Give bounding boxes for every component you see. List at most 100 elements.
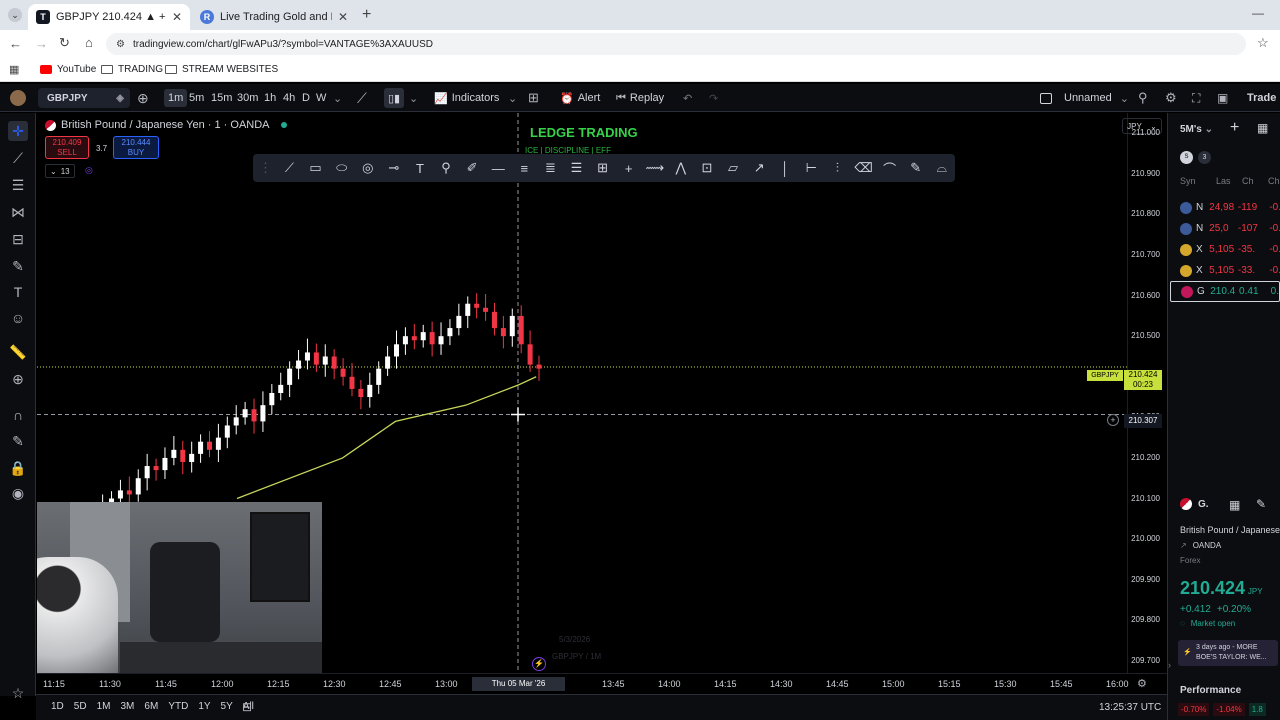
buy-button[interactable]: 210.444 BUY	[113, 136, 159, 159]
emoji-icon[interactable]: ☺	[8, 308, 28, 328]
utc-clock[interactable]: 13:25:37 UTC	[1099, 702, 1161, 713]
range-button-1m[interactable]: 1M	[92, 701, 116, 712]
interval-5m[interactable]: 5m	[189, 84, 204, 112]
eraser-icon[interactable]: ⌫	[850, 160, 876, 176]
volume-profile-icon[interactable]: ⫶	[824, 160, 850, 176]
cross-line-icon[interactable]: +	[616, 161, 642, 176]
tab-search-icon[interactable]: ⌄	[8, 8, 22, 22]
compare-add-icon[interactable]: ⊕	[137, 84, 149, 112]
interval-1h[interactable]: 1h	[264, 84, 276, 112]
path-tool-icon[interactable]: ⟿	[642, 160, 668, 176]
column-change[interactable]: Ch	[1242, 176, 1268, 186]
interval-1m[interactable]: 1m	[164, 89, 188, 107]
horizontal-ray-icon[interactable]: ⊸	[381, 160, 407, 176]
range-button-1d[interactable]: 1D	[46, 701, 69, 712]
rectangle-tool-icon[interactable]: ▭	[303, 160, 329, 176]
eye-icon[interactable]: ◉	[8, 483, 28, 503]
fib-icon[interactable]: ≡	[511, 161, 537, 176]
forward-icon[interactable]: →	[35, 36, 48, 51]
time-axis[interactable]: 11:15 11:30 11:45 12:00 12:15 12:30 12:45 13:00…	[37, 673, 1167, 694]
forecasting-tool-icon[interactable]: ⊟	[8, 229, 28, 249]
camera-snapshot-icon[interactable]: ▣	[1217, 84, 1228, 112]
chart-type-dropdown-icon[interactable]: ⌄	[409, 84, 418, 112]
column-symbol[interactable]: Syn	[1180, 176, 1216, 186]
time-axis-settings-icon[interactable]: ⚙	[1137, 677, 1147, 690]
favorites-star-icon[interactable]: ☆	[8, 683, 28, 703]
curve-tool-icon[interactable]: ⌒	[877, 159, 903, 178]
watchlist-selector[interactable]: 5M's ⌄	[1180, 124, 1213, 135]
highlighter-icon[interactable]: ✎	[903, 160, 929, 176]
interval-30m[interactable]: 30m	[237, 84, 258, 112]
site-info-icon[interactable]: ⚙	[116, 39, 125, 50]
indicators-dropdown-icon[interactable]: ⌄	[508, 84, 517, 112]
date-range-icon[interactable]: ⊢	[798, 160, 824, 176]
polyline-icon[interactable]: ⋀	[668, 160, 694, 176]
user-avatar[interactable]	[10, 84, 26, 112]
bookmark-star-icon[interactable]: ☆	[1257, 35, 1269, 51]
add-alert-plus-icon[interactable]: +	[1107, 414, 1119, 426]
back-icon[interactable]: ←	[9, 36, 22, 51]
chart-pane[interactable]: British Pound / Japanese Yen · 1 · OANDA…	[37, 113, 1127, 673]
indicators-button[interactable]: 📈 Indicators	[434, 84, 499, 112]
watchlist-tab-indicator[interactable]: S	[1180, 151, 1193, 164]
settings-gear-icon[interactable]: ⚙	[1165, 84, 1177, 112]
gann-icon[interactable]: ⊞	[590, 160, 616, 176]
fib-retracement-icon[interactable]: ☰	[8, 175, 28, 195]
range-button-1y[interactable]: 1Y	[193, 701, 215, 712]
circle-tool-icon[interactable]: ◎	[355, 160, 381, 176]
brush-tool-icon[interactable]: ✐	[459, 160, 485, 176]
column-last[interactable]: Las	[1216, 176, 1242, 186]
new-tab-icon[interactable]: +	[362, 6, 371, 24]
pin-icon[interactable]: ⚲	[433, 160, 459, 176]
lock-drawing-icon[interactable]: ✎	[8, 431, 28, 451]
layout-button[interactable]: Unnamed ⌄	[1040, 84, 1129, 112]
panel-collapse-icon[interactable]: ›	[1168, 660, 1171, 670]
symbol-search[interactable]: GBPJPY ◈	[38, 88, 130, 108]
undo-icon[interactable]: ↶	[683, 84, 692, 112]
indicators-collapse-toggle[interactable]: ⌄ 13	[45, 164, 75, 178]
layout-templates-icon[interactable]: ⊞	[528, 84, 539, 112]
home-icon[interactable]: ⌂	[85, 35, 93, 50]
close-tab-icon[interactable]: ✕	[338, 10, 348, 24]
vertical-line-icon[interactable]: │	[772, 161, 798, 176]
crosshair-cursor-icon[interactable]: ✛	[8, 121, 28, 141]
alert-button[interactable]: ⏰ Alert	[560, 84, 600, 112]
browser-tab-tradingview[interactable]: T GBPJPY 210.424 ▲ +0.2% Unna ✕	[28, 4, 190, 30]
zoom-in-icon[interactable]: ⊕	[8, 369, 28, 389]
pattern-tool-icon[interactable]: ⋈	[8, 202, 28, 222]
text-tool-icon[interactable]: T	[8, 282, 28, 302]
details-exchange[interactable]: ↗ OANDA	[1180, 541, 1221, 550]
date-range-calendar-icon[interactable]: ⊟	[242, 700, 252, 714]
drag-handle-icon[interactable]: ⋮	[259, 160, 276, 176]
price-axis[interactable]: JPY ⌄ 211.000 210.900 210.800 210.700 210.60…	[1122, 113, 1167, 673]
watchlist-row[interactable]: X 5,105 -33. -0.	[1168, 260, 1280, 281]
range-button-5y[interactable]: 5Y	[216, 701, 238, 712]
watchlist-row[interactable]: N 25,0 -107 -0.	[1168, 218, 1280, 239]
close-tab-icon[interactable]: ✕	[172, 10, 182, 24]
quick-search-icon[interactable]: ⚲	[1138, 84, 1148, 112]
interval-4h[interactable]: 4h	[283, 84, 295, 112]
ruler-icon[interactable]: 📏	[8, 342, 28, 362]
url-field[interactable]: ⚙ tradingview.com/chart/glFwAPu3/?symbol…	[106, 33, 1246, 55]
horizontal-line-icon[interactable]: —	[485, 161, 511, 176]
range-button-3m[interactable]: 3M	[116, 701, 140, 712]
symbol-options-icon[interactable]: ◈	[116, 93, 124, 104]
reload-icon[interactable]: ↻	[59, 35, 70, 51]
lock-icon[interactable]: 🔒	[8, 458, 28, 478]
interval-15m[interactable]: 15m	[211, 84, 232, 112]
interval-w[interactable]: W	[316, 84, 326, 112]
trend-line-icon[interactable]: ⟋	[8, 148, 28, 168]
ellipse-tool-icon[interactable]: ⬭	[329, 160, 355, 176]
text-tool-icon[interactable]: T	[407, 161, 433, 176]
brush-icon[interactable]: ✎	[8, 256, 28, 276]
bookmark-stream-websites[interactable]: STREAM WEBSITES	[165, 64, 278, 75]
replay-button[interactable]: ⏮ Replay	[616, 84, 664, 112]
fullscreen-icon[interactable]: ⛶	[1192, 84, 1200, 112]
range-button-5d[interactable]: 5D	[69, 701, 92, 712]
channel-icon[interactable]: ≣	[537, 160, 563, 176]
bookmark-youtube[interactable]: YouTube	[40, 64, 96, 75]
candle-chart-type-icon[interactable]: ▯▮	[384, 88, 405, 108]
edit-note-icon[interactable]: ✎	[1256, 497, 1266, 511]
trade-button[interactable]: Trade	[1243, 84, 1280, 112]
redo-icon[interactable]: ↷	[709, 84, 718, 112]
